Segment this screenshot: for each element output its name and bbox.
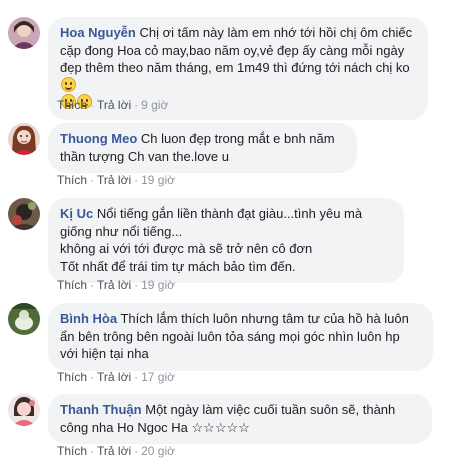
like-link[interactable]: Thích	[57, 370, 87, 384]
reply-link[interactable]: Trả lời	[97, 278, 131, 292]
comment-bubble: Thanh Thuận Một ngày làm việc cuối tuần …	[48, 394, 432, 444]
comment-actions: Thích · Trả lời · 20 giờ	[57, 443, 175, 459]
comment-actions: Thích · Trả lời · 9 giờ	[57, 97, 168, 113]
comment-author[interactable]: Hoa Nguyễn	[60, 25, 136, 40]
like-link[interactable]: Thích	[57, 173, 87, 187]
like-link[interactable]: Thích	[57, 98, 87, 112]
separator-dot: ·	[90, 370, 95, 384]
comment-bubble: Thuong Meo Ch luon đẹp trong mắt e bnh n…	[48, 123, 357, 173]
reply-link[interactable]: Trả lời	[97, 173, 131, 187]
comment-author[interactable]: Bình Hòa	[60, 311, 117, 326]
comment-author[interactable]: Thuong Meo	[60, 131, 137, 146]
comment-timestamp[interactable]: 19 giờ	[141, 173, 175, 187]
comment-timestamp[interactable]: 20 giờ	[141, 444, 175, 458]
separator-dot: ·	[134, 444, 139, 458]
comment-actions: Thích · Trả lời · 19 giờ	[57, 277, 175, 293]
separator-dot: ·	[134, 173, 139, 187]
reply-link[interactable]: Trả lời	[97, 444, 131, 458]
separator-dot: ·	[134, 370, 139, 384]
reply-link[interactable]: Trả lời	[97, 98, 131, 112]
like-link[interactable]: Thích	[57, 278, 87, 292]
avatar[interactable]	[8, 394, 40, 426]
comment-author[interactable]: Thanh Thuận	[60, 402, 142, 417]
comment-author[interactable]: Kị Uc	[60, 206, 93, 221]
reply-link[interactable]: Trả lời	[97, 370, 131, 384]
comment-bubble: Kị Uc Nổi tiếng gắn liền thành đạt giàu.…	[48, 198, 404, 283]
comment-timestamp[interactable]: 17 giờ	[141, 370, 175, 384]
avatar[interactable]	[8, 303, 40, 335]
like-link[interactable]: Thích	[57, 444, 87, 458]
avatar[interactable]	[8, 17, 40, 49]
separator-dot: ·	[90, 278, 95, 292]
comment-timestamp[interactable]: 19 giờ	[141, 278, 175, 292]
comment-actions: Thích · Trả lời · 17 giờ	[57, 369, 175, 385]
comment-bubble: Bình Hòa Thích lắm thích luôn nhưng tâm …	[48, 303, 433, 371]
separator-dot: ·	[134, 278, 139, 292]
comment-feed: Hoa Nguyễn Chị ơi tấm này làm em nhớ tới…	[0, 0, 455, 466]
comment-timestamp[interactable]: 9 giờ	[141, 98, 168, 112]
separator-dot: ·	[90, 98, 95, 112]
avatar[interactable]	[8, 198, 40, 230]
separator-dot: ·	[90, 173, 95, 187]
comment-actions: Thích · Trả lời · 19 giờ	[57, 172, 175, 188]
separator-dot: ·	[134, 98, 139, 112]
comment-text: Nổi tiếng gắn liền thành đạt giàu...tình…	[60, 206, 363, 274]
avatar[interactable]	[8, 123, 40, 155]
smile-emoji-icon	[61, 76, 76, 92]
separator-dot: ·	[90, 444, 95, 458]
